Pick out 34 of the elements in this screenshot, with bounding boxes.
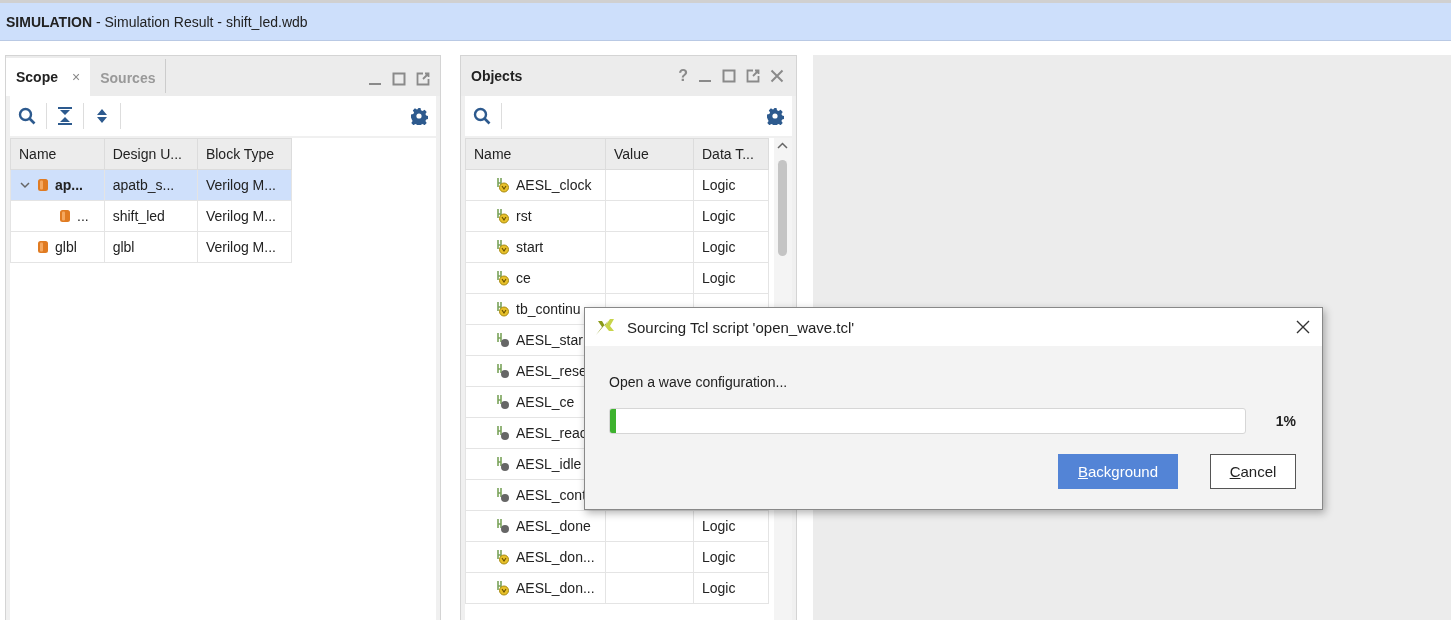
panel-title: Objects — [471, 68, 523, 84]
data-type: Logic — [702, 518, 736, 534]
signal-name: start — [516, 239, 544, 255]
tree-item-label: ap... — [55, 177, 83, 193]
signal-name: AESL_ce — [516, 394, 575, 410]
status-message: Open a wave configuration... — [609, 374, 789, 390]
signal-name: AESL_done — [516, 518, 591, 534]
tree-item-label: ... — [77, 208, 89, 224]
data-type: Logic — [702, 270, 736, 286]
title-text: SIMULATION - Simulation Result - shift_led.wdb — [6, 13, 308, 30]
signal-name: AESL_idle — [516, 456, 582, 472]
table-cell: Verilog M... — [197, 169, 292, 201]
signal-name: AESL_clock — [516, 177, 592, 193]
dialog-title: Sourcing Tcl script 'open_wave.tcl' — [627, 318, 855, 336]
data-type: Logic — [702, 239, 736, 255]
signal-name: rst — [516, 208, 532, 224]
tree-item-label: glbl — [55, 239, 77, 255]
table-cell: Verilog M... — [197, 231, 292, 263]
signal-name: AESL_rese — [516, 363, 587, 379]
signal-name: ce — [516, 270, 531, 286]
progress-percent: 1% — [1275, 413, 1296, 429]
signal-name: AESL_star — [516, 332, 583, 348]
signal-name: AESL_don... — [516, 549, 595, 565]
data-type: Logic — [702, 580, 736, 596]
signal-name: AESL_reac — [516, 425, 587, 441]
table-cell: glbl — [104, 231, 198, 263]
data-type: Logic — [702, 208, 736, 224]
signal-name: tb_continu — [516, 301, 581, 317]
table-cell: shift_led — [104, 200, 198, 232]
table-cell: Verilog M... — [197, 200, 292, 232]
table-cell: apatb_s... — [104, 169, 198, 201]
signal-name: AESL_don... — [516, 580, 595, 596]
data-type: Logic — [702, 549, 736, 565]
data-type: Logic — [702, 177, 736, 193]
